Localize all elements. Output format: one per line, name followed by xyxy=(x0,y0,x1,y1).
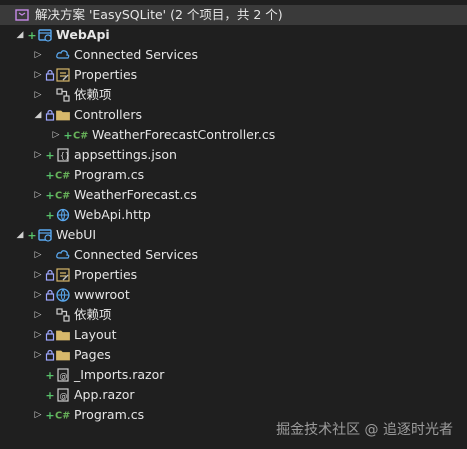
globe-icon xyxy=(55,285,71,305)
solution-icon xyxy=(14,5,30,25)
solution-label: 解决方案 'EasySQLite' (2 个项目，共 2 个) xyxy=(35,7,283,22)
svg-text:{}: {} xyxy=(60,151,70,160)
cloud-icon xyxy=(55,45,71,65)
tree-item-label: Connected Services xyxy=(74,47,198,62)
tree-item-label: Controllers xyxy=(74,107,142,122)
tree-item-connected-services-2[interactable]: ▷ Connected Services xyxy=(0,245,467,265)
csharp-icon: C# xyxy=(55,165,71,185)
folder-icon xyxy=(55,105,71,125)
tree-item-label: _Imports.razor xyxy=(74,367,165,382)
tree-item-weatherforecastcontroller[interactable]: ▷ + C# WeatherForecastController.cs xyxy=(0,125,467,145)
folder-icon xyxy=(55,345,71,365)
properties-icon xyxy=(55,265,71,285)
svg-text:C#: C# xyxy=(55,171,70,182)
razor-icon: @ xyxy=(55,365,71,385)
tree-item-webui[interactable]: ◢ + WebUI xyxy=(0,225,467,245)
svg-text:C#: C# xyxy=(55,191,70,202)
razor-icon: @ xyxy=(55,385,71,405)
project-icon xyxy=(37,25,53,45)
tree-item-appsettings[interactable]: ▷ +{} appsettings.json xyxy=(0,145,467,165)
project-icon xyxy=(37,225,53,245)
svg-text:@: @ xyxy=(60,392,68,401)
tree-item-label: Properties xyxy=(74,267,138,282)
cloud-icon xyxy=(55,245,71,265)
tree-item-dependencies-1[interactable]: ▷ 依赖项 xyxy=(0,85,467,105)
watermark: 掘金技术社区 @ 追逐时光者 xyxy=(276,422,453,438)
tree-item-wwwroot[interactable]: ▷ wwwroot xyxy=(0,285,467,305)
tree-item-label: WebApi.http xyxy=(74,207,151,222)
tree-item-app-razor[interactable]: + @ App.razor xyxy=(0,385,467,405)
tree-item-label: Program.cs xyxy=(74,167,145,182)
tree-item-webapi[interactable]: ◢ + WebApi xyxy=(0,25,467,45)
tree-item-imports-razor[interactable]: + @ _Imports.razor xyxy=(0,365,467,385)
csharp-icon: C# xyxy=(55,405,71,425)
svg-text:C#: C# xyxy=(73,131,88,142)
csharp-icon: C# xyxy=(55,185,71,205)
expand-arrow-icon[interactable]: ▷ xyxy=(32,245,44,265)
tree-item-label: appsettings.json xyxy=(74,147,177,162)
tree-item-label: WeatherForecastController.cs xyxy=(92,127,276,142)
tree-item-label: Connected Services xyxy=(74,247,198,262)
tree-item-weatherforecast[interactable]: ▷ + C# WeatherForecast.cs xyxy=(0,185,467,205)
tree-item-label: WebApi xyxy=(56,27,110,42)
tree-item-properties-1[interactable]: ▷ Properties xyxy=(0,65,467,85)
tree-item-dependencies-2[interactable]: ▷ 依赖项 xyxy=(0,305,467,325)
svg-text:C#: C# xyxy=(55,411,70,422)
solution-row[interactable]: 解决方案 'EasySQLite' (2 个项目，共 2 个) xyxy=(0,5,467,25)
tree-item-label: WeatherForecast.cs xyxy=(74,187,197,202)
dependencies-icon xyxy=(55,85,71,105)
json-icon: {} xyxy=(55,145,71,165)
tree-item-program-1[interactable]: + C# Program.cs xyxy=(0,165,467,185)
expand-arrow-icon[interactable]: ▷ xyxy=(32,85,44,105)
tree-item-controllers[interactable]: ◢ Controllers xyxy=(0,105,467,125)
expand-arrow-icon[interactable]: ▷ xyxy=(32,45,44,65)
tree-item-label: WebUI xyxy=(56,227,97,242)
folder-icon xyxy=(55,325,71,345)
tree-item-layout[interactable]: ▷ Layout xyxy=(0,325,467,345)
tree-item-pages[interactable]: ▷ Pages xyxy=(0,345,467,365)
tree-item-label: Layout xyxy=(74,327,117,342)
tree-item-label: Pages xyxy=(74,347,111,362)
svg-text:@: @ xyxy=(60,372,68,381)
dependencies-icon xyxy=(55,305,71,325)
properties-icon xyxy=(55,65,71,85)
tree-item-label: 依赖项 xyxy=(74,87,112,102)
http-icon xyxy=(55,205,71,225)
tree-item-webapi-http[interactable]: + WebApi.http xyxy=(0,205,467,225)
tree-item-label: wwwroot xyxy=(74,287,130,302)
csharp-icon: C# xyxy=(73,125,89,145)
tree-item-label: Properties xyxy=(74,67,138,82)
expand-arrow-icon[interactable]: ▷ xyxy=(32,305,44,325)
tree-item-label: 依赖项 xyxy=(74,307,112,322)
tree-item-connected-services-1[interactable]: ▷ Connected Services xyxy=(0,45,467,65)
tree-item-properties-2[interactable]: ▷ Properties xyxy=(0,265,467,285)
tree-item-label: App.razor xyxy=(74,387,135,402)
tree-item-label: Program.cs xyxy=(74,407,145,422)
